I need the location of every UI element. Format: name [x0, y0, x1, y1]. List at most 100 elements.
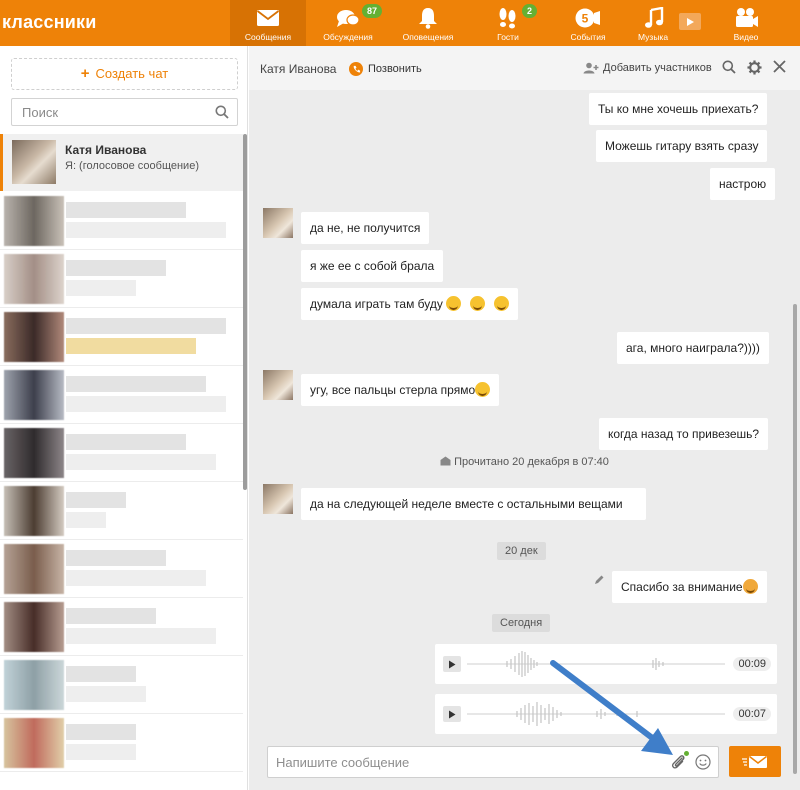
avatar[interactable] [263, 370, 293, 400]
list-item[interactable] [0, 598, 243, 656]
list-item[interactable] [0, 656, 243, 714]
message-text: Спасибо за внимание [621, 580, 743, 594]
message-outgoing: Спасибо за внимание [612, 571, 767, 603]
close-icon[interactable] [773, 60, 786, 78]
nav-label: Обсуждения [323, 32, 373, 42]
voice-duration: 00:07 [733, 707, 771, 721]
play-button[interactable] [443, 656, 461, 672]
grin-emoji-icon [469, 296, 485, 311]
play-button[interactable] [443, 706, 461, 722]
top-navigation-bar: классники Сообщения 87 Обсуждения Оповещ… [0, 0, 800, 46]
chat-list-panel: + Создать чат Катя Иванова Я: (голосовое … [0, 46, 248, 790]
conversation-header: Катя Иванова Позвонить Добавить участник… [249, 46, 800, 90]
message-incoming: я же ее с собой брала [301, 250, 444, 282]
attachment-indicator-dot [684, 751, 689, 756]
avatar[interactable] [263, 484, 293, 514]
waveform[interactable] [467, 650, 725, 678]
nav-video[interactable]: Видео [708, 0, 784, 46]
send-button[interactable] [729, 746, 781, 777]
search-icon[interactable] [215, 105, 229, 124]
message-incoming: думала играть там буду [301, 288, 518, 320]
gear-icon[interactable] [747, 60, 762, 80]
grin-emoji-icon [493, 296, 509, 311]
message-outgoing: когда назад то привезешь? [599, 418, 769, 450]
play-icon [449, 710, 456, 718]
bell-icon [390, 6, 466, 30]
blurred-chat-list [0, 192, 243, 790]
list-item[interactable] [0, 424, 243, 482]
send-envelope-icon [742, 755, 767, 768]
avatar[interactable] [263, 208, 293, 238]
call-button[interactable]: Позвонить [349, 61, 422, 77]
voice-message: 00:09 [435, 644, 777, 684]
voice-duration: 00:09 [733, 657, 771, 671]
nav-notifications[interactable]: Оповещения [390, 0, 466, 46]
list-item[interactable] [0, 366, 243, 424]
message-incoming: угу, все пальцы стерла прямо [301, 374, 500, 406]
list-item[interactable] [0, 540, 243, 598]
nav-label: Музыка [638, 32, 669, 42]
message-composer[interactable] [267, 746, 719, 778]
pencil-icon[interactable] [594, 572, 604, 590]
chat-list-item-active[interactable]: Катя Иванова Я: (голосовое сообщение) [0, 134, 243, 191]
list-item[interactable] [0, 192, 243, 250]
search-input[interactable] [12, 99, 202, 125]
read-status-text: Прочитано 20 декабря в 07:40 [454, 456, 609, 468]
read-envelope-icon [440, 456, 451, 466]
chat-contact-name: Катя Иванова [65, 143, 147, 157]
date-separator: 20 дек [497, 542, 546, 560]
message-outgoing: Можешь гитару взять сразу [596, 130, 768, 162]
message-incoming: да на следующей неделе вместе с остальны… [301, 488, 646, 520]
nav-guests[interactable]: 2 Гости [470, 0, 546, 46]
create-chat-label: Создать чат [95, 66, 169, 81]
nav-label: Гости [497, 32, 519, 42]
music-play-icon[interactable] [679, 13, 701, 30]
conversation-panel: Катя Иванова Позвонить Добавить участник… [249, 46, 800, 790]
nav-messages[interactable]: Сообщения [230, 0, 306, 46]
phone-icon [349, 62, 363, 76]
video-camera-icon [708, 6, 784, 30]
scrollbar[interactable] [793, 304, 797, 774]
add-person-icon [583, 62, 599, 74]
conversation-contact-name[interactable]: Катя Иванова [260, 62, 336, 76]
envelope-icon [230, 6, 306, 30]
message-input[interactable] [268, 747, 648, 777]
list-item[interactable] [0, 714, 243, 772]
message-text: угу, все пальцы стерла прямо [310, 383, 476, 397]
message-incoming: да не, не получится [301, 212, 430, 244]
nav-label: Видео [733, 32, 759, 42]
plus-icon: + [80, 65, 90, 82]
list-item[interactable] [0, 308, 243, 366]
date-separator: Сегодня [492, 614, 551, 632]
nav-label: События [570, 32, 606, 42]
message-outgoing: ага, много наиграла?)))) [617, 332, 769, 364]
nav-events[interactable]: 5 События [550, 0, 626, 46]
avatar [12, 140, 56, 184]
message-list: Ты ко мне хочешь приехать? Можешь гитару… [249, 90, 800, 740]
message-text: думала играть там буду [310, 297, 443, 311]
create-chat-button[interactable]: + Создать чат [11, 58, 238, 90]
scrollbar[interactable] [243, 134, 247, 490]
events-icon: 5 [550, 6, 626, 30]
nav-label: Сообщения [244, 32, 292, 42]
nav-discussions[interactable]: 87 Обсуждения [310, 0, 386, 46]
wink-emoji-icon [742, 579, 758, 594]
chat-last-message: Я: (голосовое сообщение) [65, 160, 199, 172]
read-status: Прочитано 20 декабря в 07:40 [249, 456, 800, 468]
smiley-icon[interactable] [695, 754, 711, 775]
list-item[interactable] [0, 250, 243, 308]
play-icon [449, 660, 456, 668]
search-field[interactable] [11, 98, 238, 126]
message-outgoing: Ты ко мне хочешь приехать? [589, 93, 768, 125]
badge-count: 2 [522, 4, 538, 18]
brand-logo[interactable]: классники [2, 12, 97, 33]
svg-text:5: 5 [582, 12, 589, 26]
voice-message: 00:07 [435, 694, 777, 734]
grin-emoji-icon [475, 382, 491, 397]
badge-count: 87 [362, 4, 383, 18]
paperclip-icon[interactable] [670, 753, 686, 776]
list-item[interactable] [0, 482, 243, 540]
search-icon[interactable] [722, 60, 736, 79]
add-members-button[interactable]: Добавить участников [583, 62, 712, 74]
waveform[interactable] [467, 700, 725, 728]
